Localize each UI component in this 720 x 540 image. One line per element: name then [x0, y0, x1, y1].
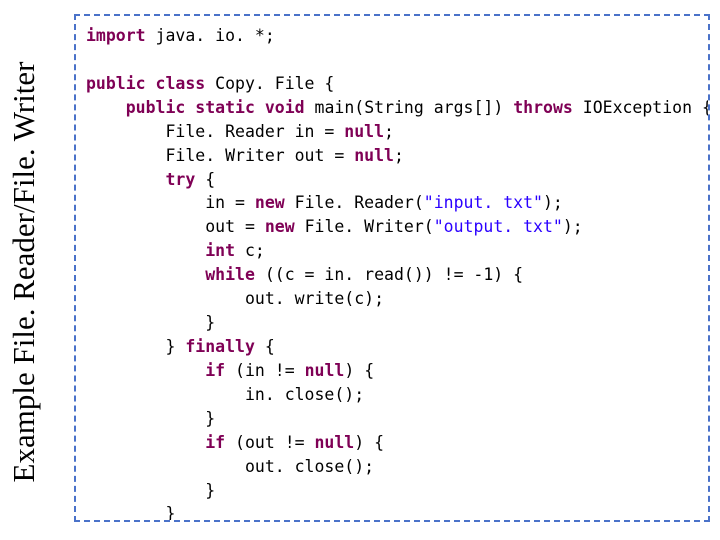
kw-public: public	[86, 74, 146, 93]
text: }	[205, 481, 215, 500]
text: Copy. File {	[205, 74, 334, 93]
text: out. write(c);	[245, 289, 384, 308]
text: out. close();	[245, 457, 374, 476]
text: out =	[205, 217, 265, 236]
kw-public: public	[126, 98, 186, 117]
kw-static: static	[195, 98, 255, 117]
kw-null: null	[305, 361, 345, 380]
text: ;	[384, 122, 394, 141]
kw-class: class	[156, 74, 206, 93]
text: File. Writer out =	[165, 146, 354, 165]
slide-container: Example File. Reader/File. Writer import…	[6, 12, 712, 532]
kw-new: new	[255, 193, 285, 212]
text: (in !=	[225, 361, 304, 380]
kw-try: try	[165, 170, 195, 189]
text: );	[543, 193, 563, 212]
text: c;	[235, 241, 265, 260]
text: (out !=	[225, 433, 314, 452]
text: }	[205, 409, 215, 428]
text: IOException {	[573, 98, 710, 117]
text: ((c = in. read()) != -1) {	[255, 265, 523, 284]
kw-import: import	[86, 26, 146, 45]
text: {	[255, 337, 275, 356]
code-block: import java. io. *; public class Copy. F…	[74, 14, 710, 522]
kw-if: if	[205, 433, 225, 452]
text: in =	[205, 193, 255, 212]
text: }	[165, 504, 175, 522]
text: ) {	[354, 433, 384, 452]
text: {	[195, 170, 215, 189]
text: File. Writer(	[295, 217, 434, 236]
kw-throws: throws	[513, 98, 573, 117]
text: File. Reader in =	[165, 122, 344, 141]
text: File. Reader(	[285, 193, 424, 212]
kw-new: new	[265, 217, 295, 236]
kw-null: null	[315, 433, 355, 452]
text: java. io. *;	[146, 26, 275, 45]
text: }	[205, 313, 215, 332]
kw-while: while	[205, 265, 255, 284]
text: in. close();	[245, 385, 364, 404]
kw-null: null	[344, 122, 384, 141]
kw-void: void	[265, 98, 305, 117]
text: ;	[394, 146, 404, 165]
string-literal: "input. txt"	[424, 193, 543, 212]
text: }	[165, 337, 185, 356]
text: main(String args[])	[305, 98, 514, 117]
text: );	[563, 217, 583, 236]
kw-null: null	[354, 146, 394, 165]
string-literal: "output. txt"	[434, 217, 563, 236]
kw-int: int	[205, 241, 235, 260]
kw-finally: finally	[185, 337, 255, 356]
slide-title: Example File. Reader/File. Writer	[6, 62, 42, 483]
text: ) {	[344, 361, 374, 380]
kw-if: if	[205, 361, 225, 380]
